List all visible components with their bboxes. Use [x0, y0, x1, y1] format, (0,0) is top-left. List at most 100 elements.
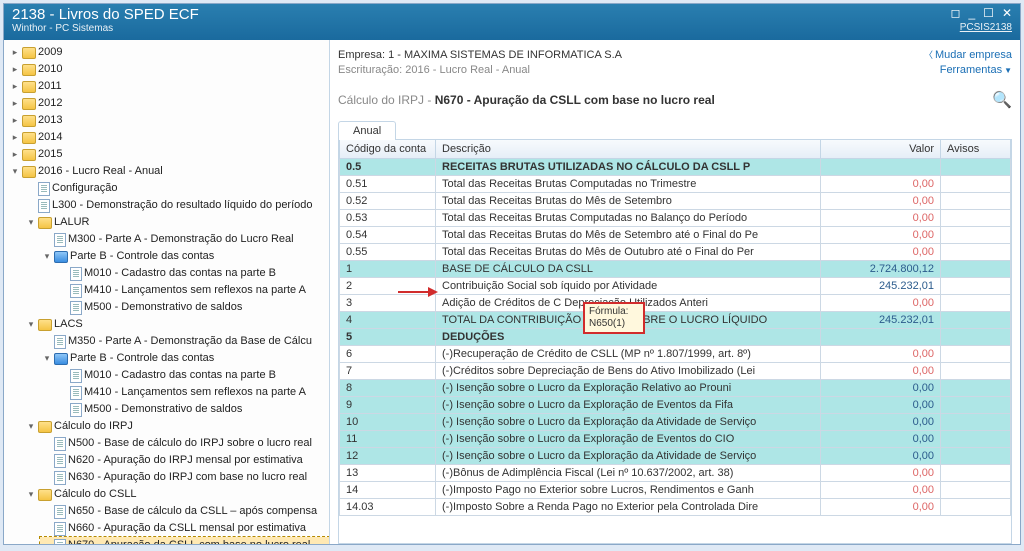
- tree-m410-b[interactable]: ·M410 - Lançamentos sem reflexos na part…: [56, 384, 329, 401]
- cell-code: 8: [340, 380, 436, 397]
- tree-lacs[interactable]: ▾LACS: [24, 316, 329, 333]
- table-row[interactable]: 6(-)Recuperação de Crédito de CSLL (MP n…: [340, 346, 1011, 363]
- tree-m300[interactable]: ·M300 - Parte A - Demonstração do Lucro …: [40, 231, 329, 248]
- cell-desc: Total das Receitas Brutas do Mês de Sete…: [436, 227, 821, 244]
- cell-valor: 0,00: [821, 227, 941, 244]
- cell-code: 14: [340, 482, 436, 499]
- cell-avisos: [941, 210, 1011, 227]
- tree-2014[interactable]: ▸2014: [8, 129, 329, 146]
- cell-desc: BASE DE CÁLCULO DA CSLL: [436, 261, 821, 278]
- col-avisos[interactable]: Avisos: [941, 140, 1011, 159]
- table-row[interactable]: 5DEDUÇÕES: [340, 329, 1011, 346]
- folder-icon: [22, 81, 36, 93]
- table-row[interactable]: 0.52Total das Receitas Brutas do Mês de …: [340, 193, 1011, 210]
- cell-code: 14.03: [340, 499, 436, 516]
- cell-valor: 0,00: [821, 431, 941, 448]
- folder-icon: [38, 489, 52, 501]
- table-row[interactable]: 14.03(-)Imposto Sobre a Renda Pago no Ex…: [340, 499, 1011, 516]
- table-row[interactable]: 7(-)Créditos sobre Depreciação de Bens d…: [340, 363, 1011, 380]
- tree-n620[interactable]: ·N620 - Apuração do IRPJ mensal por esti…: [40, 452, 329, 469]
- tree-m010-b[interactable]: ·M010 - Cadastro das contas na parte B: [56, 367, 329, 384]
- window-subtitle: Winthor - PC Sistemas: [12, 23, 199, 34]
- mudar-empresa-link[interactable]: Mudar empresa: [935, 49, 1012, 61]
- doc-icon: [70, 267, 82, 281]
- tree-panel: ▸2009 ▸2010 ▸2011 ▸2012 ▸2013 ▸2014 ▸201…: [4, 40, 330, 544]
- search-icon[interactable]: 🔍: [992, 90, 1012, 110]
- tree-m350[interactable]: ·M350 - Parte A - Demonstração da Base d…: [40, 333, 329, 350]
- cell-desc: (-)Imposto Pago no Exterior sobre Lucros…: [436, 482, 821, 499]
- tree-2015[interactable]: ▸2015: [8, 146, 329, 163]
- tree-n630[interactable]: ·N630 - Apuração do IRPJ com base no luc…: [40, 469, 329, 486]
- minimize-icon[interactable]: _: [968, 6, 975, 20]
- tree-m500-a[interactable]: ·M500 - Demonstrativo de saldos: [56, 299, 329, 316]
- col-codigo[interactable]: Código da conta: [340, 140, 436, 159]
- breadcrumb: Cálculo do IRPJ - N670 - Apuração da CSL…: [338, 93, 715, 107]
- tree-n650[interactable]: ·N650 - Base de cálculo da CSLL – após c…: [40, 503, 329, 520]
- cell-code: 5: [340, 329, 436, 346]
- tree-calc-csll[interactable]: ▾Cálculo do CSLL: [24, 486, 329, 503]
- table-row[interactable]: 4TOTAL DA CONTRIBUIÇÃO SOCIAL SOBRE O LU…: [340, 312, 1011, 329]
- table-row[interactable]: 0.53Total das Receitas Brutas Computadas…: [340, 210, 1011, 227]
- doc-icon: [54, 505, 66, 519]
- tree-parteb-lacs[interactable]: ▾Parte B - Controle das contas: [40, 350, 329, 367]
- pcsis-link[interactable]: PCSIS2138: [960, 22, 1012, 33]
- col-descricao[interactable]: Descrição: [436, 140, 821, 159]
- cell-valor: 0,00: [821, 176, 941, 193]
- ferramentas-link[interactable]: Ferramentas: [940, 64, 1002, 76]
- table-row[interactable]: 0.51Total das Receitas Brutas Computadas…: [340, 176, 1011, 193]
- table-row[interactable]: 13(-)Bônus de Adimplência Fiscal (Lei nº…: [340, 465, 1011, 482]
- tree-lalur[interactable]: ▾LALUR: [24, 214, 329, 231]
- table-row[interactable]: 10(-) Isenção sobre o Lucro da Exploraçã…: [340, 414, 1011, 431]
- table-row[interactable]: 9(-) Isenção sobre o Lucro da Exploração…: [340, 397, 1011, 414]
- maximize-icon[interactable]: ☐: [983, 6, 994, 20]
- tree-2012[interactable]: ▸2012: [8, 95, 329, 112]
- table-row[interactable]: 3Adição de Créditos de C Depreciação Uti…: [340, 295, 1011, 312]
- tree-m010-a[interactable]: ·M010 - Cadastro das contas na parte B: [56, 265, 329, 282]
- tree-m500-b[interactable]: ·M500 - Demonstrativo de saldos: [56, 401, 329, 418]
- window-title: 2138 - Livros do SPED ECF: [12, 6, 199, 23]
- restore-icon[interactable]: ◻: [951, 6, 961, 20]
- folder-icon: [22, 166, 36, 178]
- table-row[interactable]: 12(-) Isenção sobre o Lucro da Exploraçã…: [340, 448, 1011, 465]
- table-row[interactable]: 8(-) Isenção sobre o Lucro da Exploração…: [340, 380, 1011, 397]
- cell-avisos: [941, 261, 1011, 278]
- col-valor[interactable]: Valor: [821, 140, 941, 159]
- doc-icon: [54, 539, 66, 545]
- tree-n660[interactable]: ·N660 - Apuração da CSLL mensal por esti…: [40, 520, 329, 537]
- close-icon[interactable]: ✕: [1002, 6, 1012, 20]
- tree-parteb-lalur[interactable]: ▾Parte B - Controle das contas: [40, 248, 329, 265]
- cell-valor: 0,00: [821, 193, 941, 210]
- table-row[interactable]: 11(-) Isenção sobre o Lucro da Exploraçã…: [340, 431, 1011, 448]
- tree-n670[interactable]: ·N670 - Apuração da CSLL com base no luc…: [40, 537, 329, 544]
- table-row[interactable]: 0.55Total das Receitas Brutas do Mês de …: [340, 244, 1011, 261]
- folder-blue-icon: [54, 251, 68, 263]
- cell-avisos: [941, 499, 1011, 516]
- tree-configuracao[interactable]: ·Configuração: [24, 180, 329, 197]
- tree-n500[interactable]: ·N500 - Base de cálculo do IRPJ sobre o …: [40, 435, 329, 452]
- cell-code: 7: [340, 363, 436, 380]
- table-row[interactable]: 2Contribuição Social sob íquido por Ativ…: [340, 278, 1011, 295]
- cell-code: 1: [340, 261, 436, 278]
- cell-code: 2: [340, 278, 436, 295]
- cell-desc: (-)Imposto Sobre a Renda Pago no Exterio…: [436, 499, 821, 516]
- tree-l300[interactable]: ·L300 - Demonstração do resultado líquid…: [24, 197, 329, 214]
- tree-m410-a[interactable]: ·M410 - Lançamentos sem reflexos na part…: [56, 282, 329, 299]
- chevron-left-icon: 〈: [924, 50, 933, 60]
- table-row[interactable]: 1BASE DE CÁLCULO DA CSLL2.724.800,12: [340, 261, 1011, 278]
- table-row[interactable]: 0.54Total das Receitas Brutas do Mês de …: [340, 227, 1011, 244]
- table-row[interactable]: 0.5RECEITAS BRUTAS UTILIZADAS NO CÁLCULO…: [340, 159, 1011, 176]
- cell-avisos: [941, 346, 1011, 363]
- doc-icon: [54, 471, 66, 485]
- tree-2010[interactable]: ▸2010: [8, 61, 329, 78]
- tab-anual[interactable]: Anual: [338, 121, 396, 140]
- table-row[interactable]: 14(-)Imposto Pago no Exterior sobre Lucr…: [340, 482, 1011, 499]
- tree-2016[interactable]: ▾2016 - Lucro Real - Anual: [8, 163, 329, 180]
- grid-scroll[interactable]: Código da conta Descrição Valor Avisos 0…: [339, 140, 1011, 543]
- cell-valor: 0,00: [821, 380, 941, 397]
- cell-code: 3: [340, 295, 436, 312]
- tree-calc-irpj[interactable]: ▾Cálculo do IRPJ: [24, 418, 329, 435]
- window-controls: ◻ _ ☐ ✕: [951, 6, 1012, 20]
- tree-2011[interactable]: ▸2011: [8, 78, 329, 95]
- tree-2009[interactable]: ▸2009: [8, 44, 329, 61]
- tree-2013[interactable]: ▸2013: [8, 112, 329, 129]
